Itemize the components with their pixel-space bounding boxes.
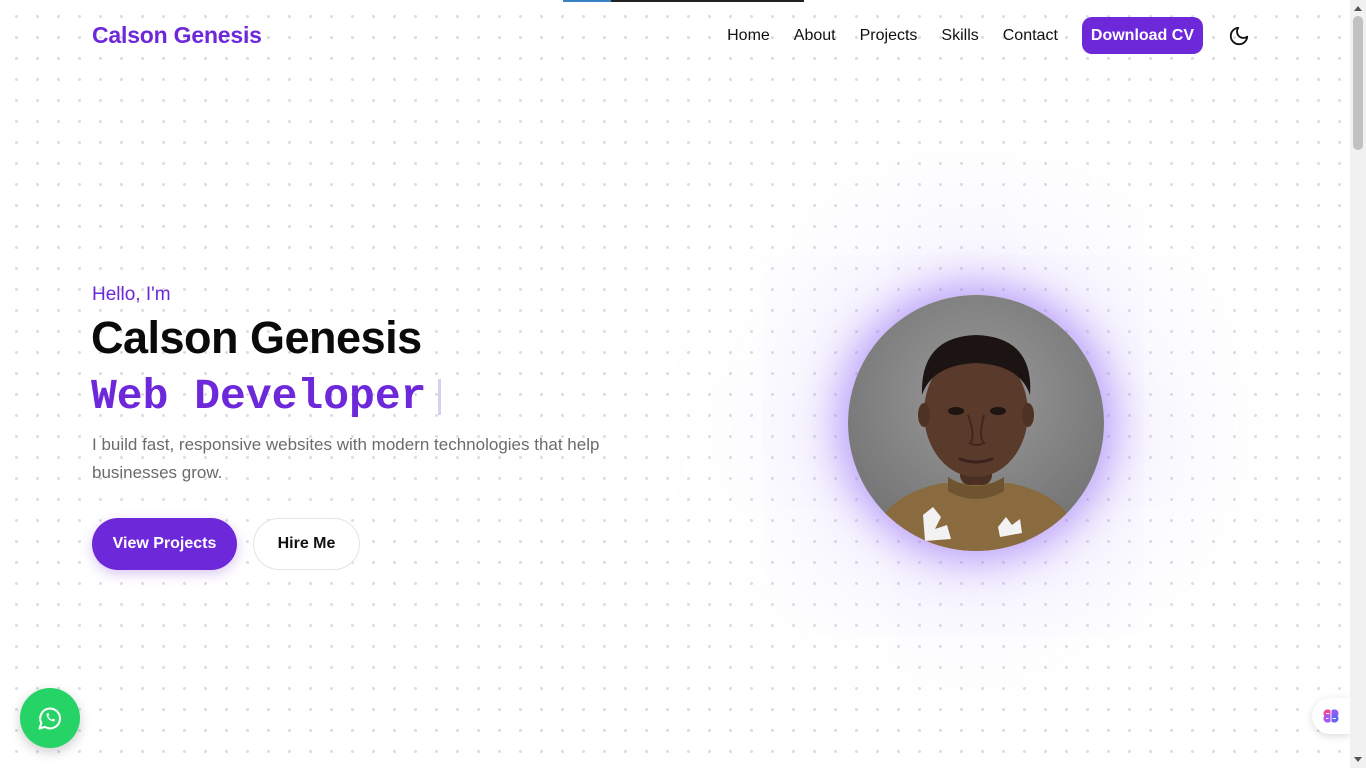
scroll-up-arrow[interactable]: [1354, 6, 1362, 11]
scroll-progress-bar: [563, 0, 804, 2]
hero-name: Calson Genesis: [91, 312, 422, 363]
ai-assistant-button[interactable]: [1312, 698, 1350, 734]
nav-home[interactable]: Home: [727, 27, 770, 45]
view-projects-button[interactable]: View Projects: [92, 518, 237, 570]
scrollbar-thumb[interactable]: [1353, 16, 1363, 150]
download-cv-button[interactable]: Download CV: [1081, 17, 1203, 54]
profile-photo: [848, 295, 1104, 551]
moon-icon: [1229, 26, 1249, 45]
nav-contact[interactable]: Contact: [1003, 27, 1058, 45]
hero-greeting: Hello, I'm: [92, 284, 171, 305]
nav-skills[interactable]: Skills: [941, 27, 978, 45]
nav-about[interactable]: About: [794, 27, 836, 45]
brain-icon: [1323, 709, 1339, 723]
site-logo[interactable]: Calson Genesis: [92, 22, 262, 49]
typed-role-text: Web Developer: [91, 372, 427, 421]
whatsapp-icon: [38, 707, 62, 730]
main-nav: Home About Projects Skills Contact Downl…: [727, 17, 1251, 54]
whatsapp-button[interactable]: [20, 688, 80, 748]
page: Calson Genesis Home About Projects Skill…: [0, 0, 1350, 768]
hire-me-button[interactable]: Hire Me: [253, 518, 360, 570]
typing-caret: [438, 378, 442, 415]
nav-projects[interactable]: Projects: [860, 27, 918, 45]
hero-description: I build fast, responsive websites with m…: [92, 435, 600, 482]
theme-toggle-button[interactable]: [1227, 24, 1251, 48]
page-scrollbar[interactable]: [1350, 0, 1366, 768]
scroll-down-arrow[interactable]: [1354, 757, 1362, 762]
hero-role: Web Developer: [91, 372, 442, 421]
